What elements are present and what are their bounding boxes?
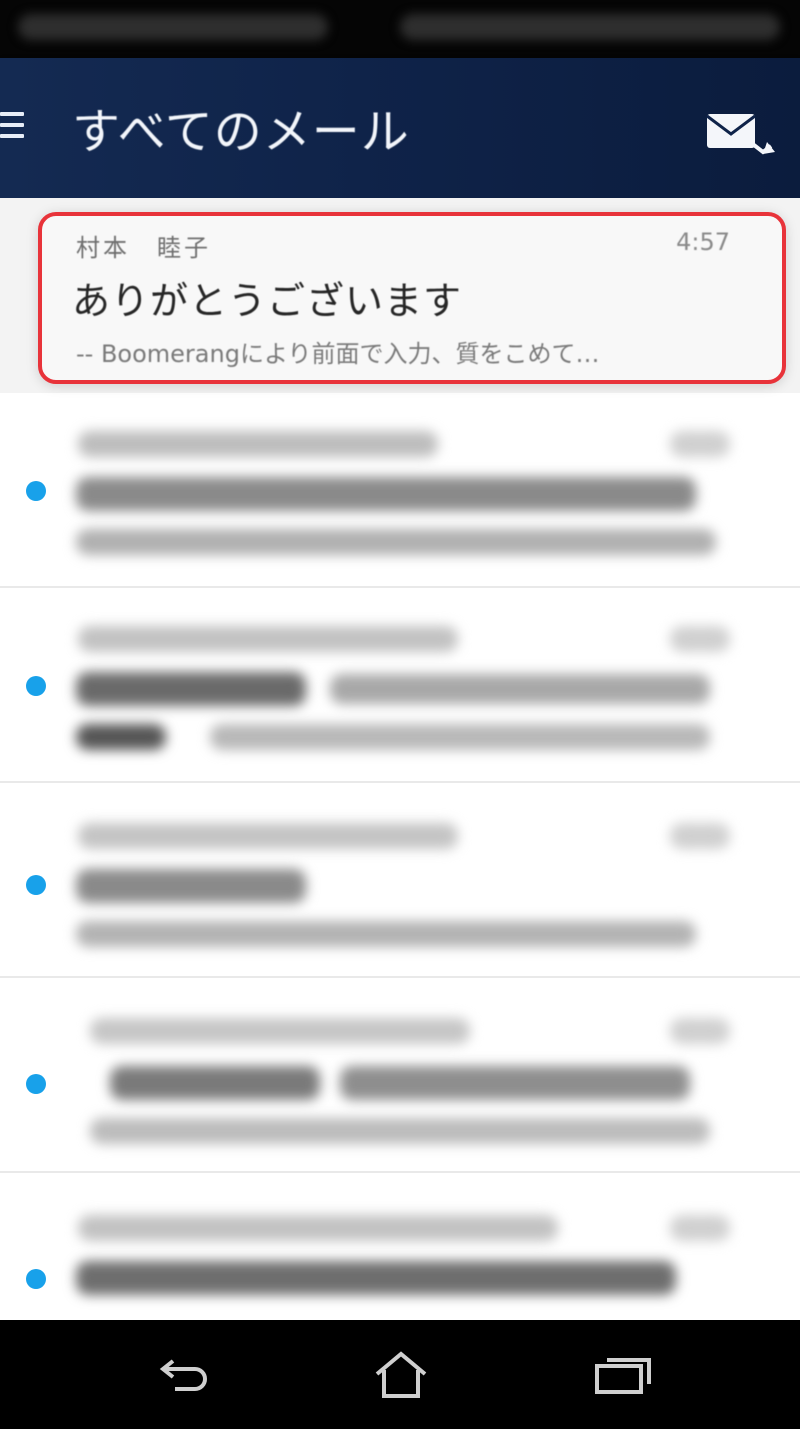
mail-item-blurred[interactable] [0,588,800,783]
mail-item-blurred[interactable] [0,783,800,978]
status-bar [0,0,800,58]
mail-time: 4:57 [676,228,730,256]
blurred-preview-extra [210,724,710,750]
mail-list: 村本 睦子 4:57 ありがとうございます -- Boomerangにより前面で… [0,198,800,1320]
blurred-subject-extra [340,1066,690,1100]
mail-item-highlighted[interactable]: 村本 睦子 4:57 ありがとうございます -- Boomerangにより前面で… [0,198,800,393]
page-title: すべてのメール [72,104,410,160]
status-indicators-blur [400,14,780,40]
mail-sender: 村本 睦子 [76,234,211,262]
blurred-sender [78,1215,558,1241]
blurred-sender [78,431,438,457]
blurred-subject-extra [330,674,710,704]
back-icon[interactable] [140,1340,230,1410]
hamburger-menu-icon[interactable] [0,112,28,142]
blurred-sender [90,1018,470,1044]
status-notifications-blur [18,14,328,40]
blurred-subject [76,869,306,903]
mail-subject: ありがとうございます [72,279,463,323]
blurred-subject [76,672,306,706]
navigation-bar [0,1320,800,1429]
blurred-time [670,1018,730,1044]
blurred-preview [76,529,716,555]
unread-dot [26,481,46,501]
recent-apps-icon[interactable] [578,1340,668,1410]
blurred-subject [110,1066,320,1100]
unread-dot [26,1269,46,1289]
mail-item-blurred[interactable] [0,978,800,1173]
blurred-preview [90,1118,710,1144]
home-icon[interactable] [356,1340,446,1410]
mail-item-blurred[interactable] [0,1173,800,1320]
unread-dot [26,875,46,895]
blurred-sender [78,626,458,652]
mail-item-blurred[interactable] [0,393,800,588]
compose-mail-icon[interactable] [705,108,777,164]
mail-preview: -- Boomerangにより前面で入力、質をこめて… [76,340,600,368]
blurred-preview [76,921,696,947]
blurred-subject [76,477,696,511]
blurred-time [670,823,730,849]
blurred-time [670,431,730,457]
blurred-preview [76,724,166,750]
blurred-subject [76,1261,676,1295]
blurred-sender [78,823,458,849]
blurred-time [670,1215,730,1241]
unread-dot [26,676,46,696]
blurred-time [670,626,730,652]
unread-dot [26,1074,46,1094]
